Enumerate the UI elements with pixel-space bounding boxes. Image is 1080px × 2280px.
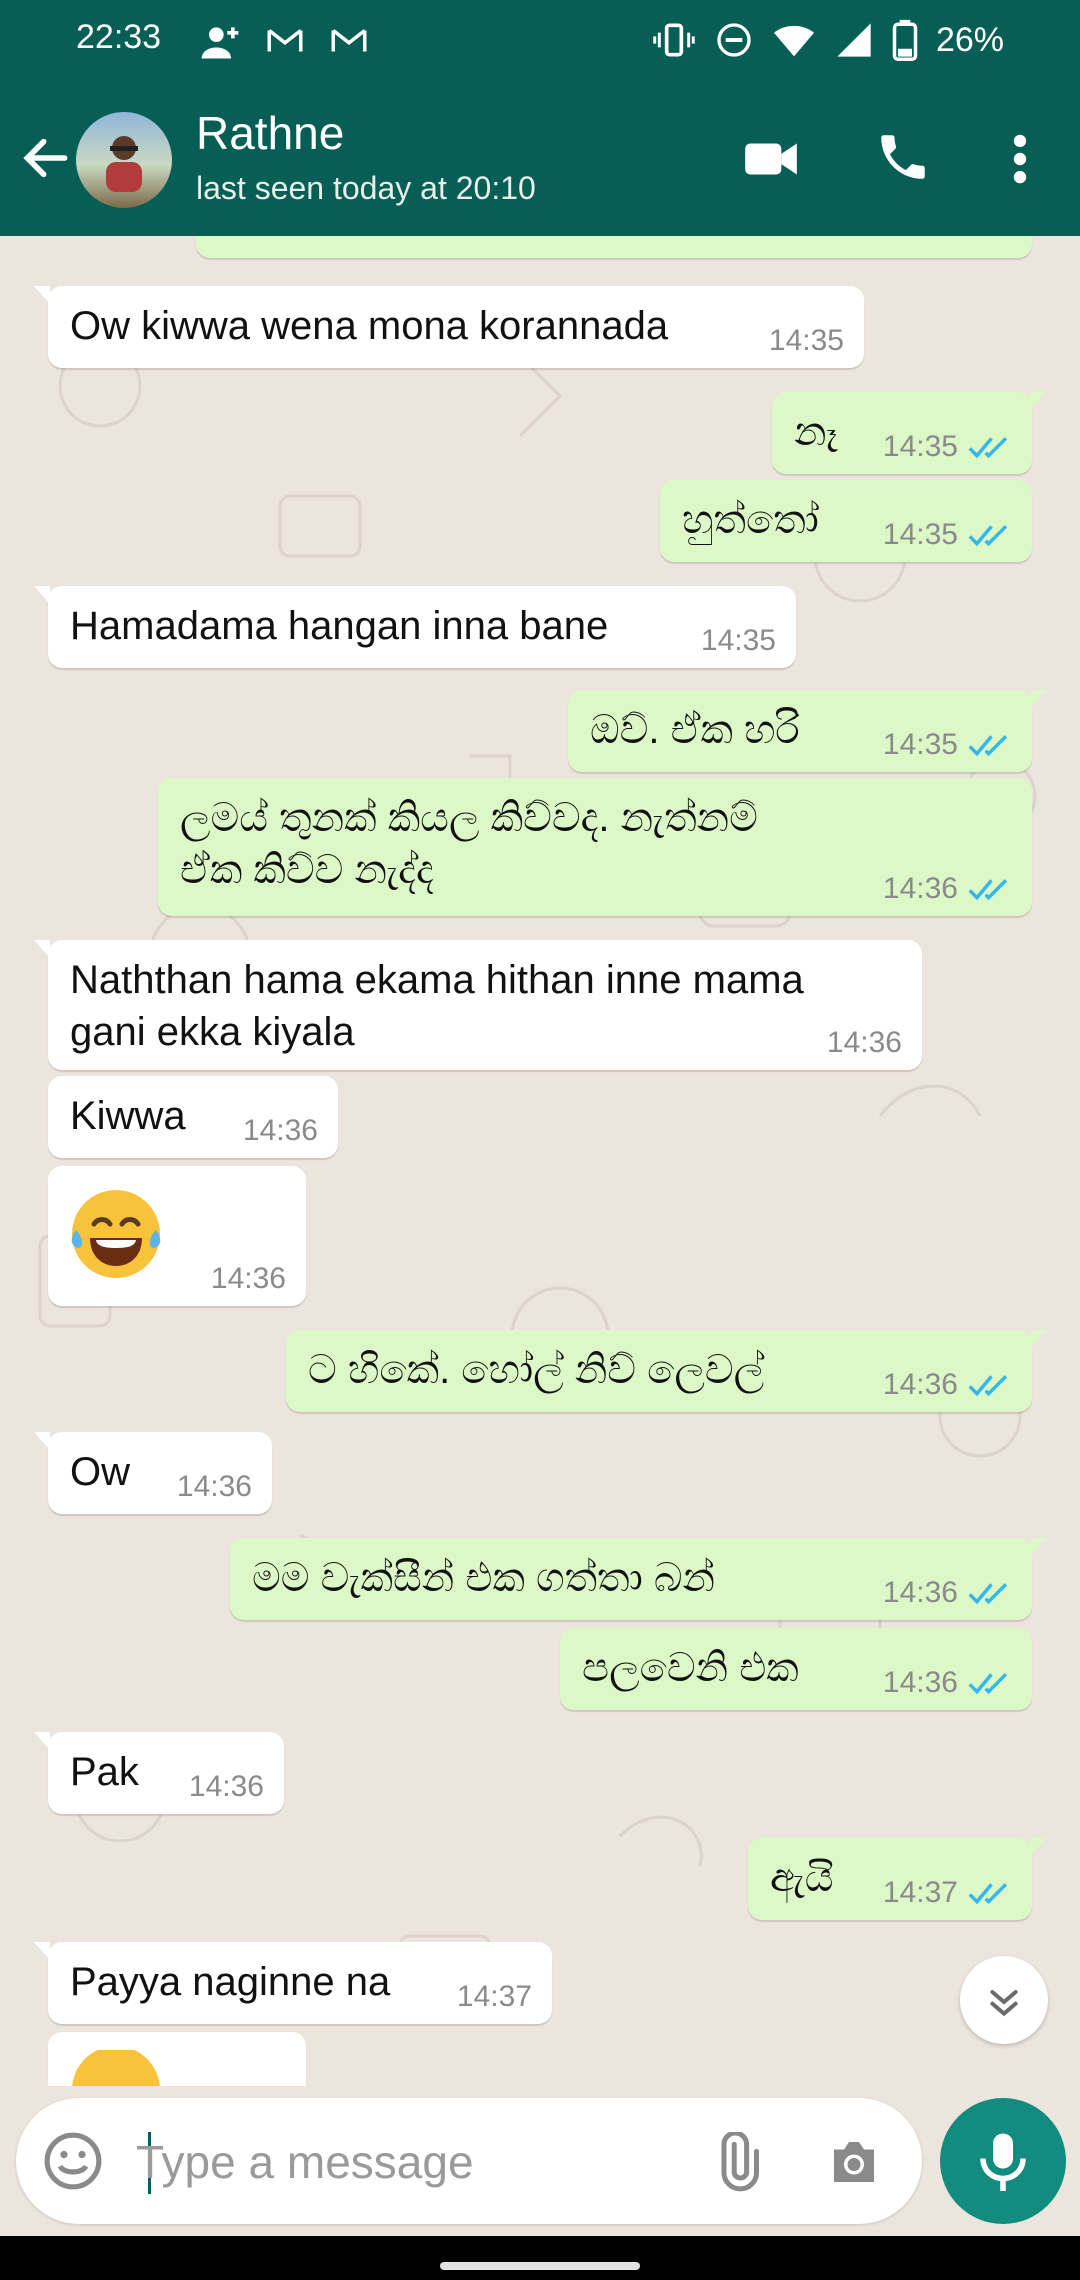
message-bubble-outgoing[interactable]: ඇයි 14:37	[748, 1838, 1046, 1920]
message-text: Ow kiwwa wena mona korannada	[70, 304, 669, 348]
double-check-icon	[968, 525, 1008, 547]
double-check-icon	[968, 735, 1008, 757]
message-time: 14:36	[826, 1026, 902, 1059]
double-check-icon	[968, 1375, 1008, 1397]
signal-icon	[837, 23, 871, 57]
message-bubble-incoming[interactable]: Naththan hama ekama hithan inne mama gan…	[34, 940, 922, 1070]
message-text: Kiwwa	[70, 1094, 186, 1138]
camera-icon[interactable]	[824, 2132, 884, 2192]
chat-header: Rathne last seen today at 20:10	[0, 84, 1080, 236]
message-input[interactable]	[134, 2126, 698, 2198]
message-text: ට හිකේ. හෝල් නිව් ලෙවල්	[308, 1348, 765, 1392]
message-time: 14:36	[882, 872, 958, 905]
message-text: Hamadama hangan inna bane	[70, 604, 609, 648]
double-check-icon	[968, 1583, 1008, 1605]
message-bubble-partial[interactable]	[48, 2032, 306, 2086]
voice-call-icon[interactable]	[874, 128, 932, 186]
gmail-icon	[267, 29, 303, 52]
video-call-icon[interactable]	[740, 128, 802, 190]
message-bubble-incoming[interactable]: Kiwwa 14:36	[48, 1076, 338, 1158]
emoji-icon[interactable]	[42, 2130, 104, 2192]
scroll-to-bottom-button[interactable]	[960, 1956, 1048, 2044]
message-time: 14:36	[210, 1262, 286, 1295]
message-bubble-incoming[interactable]: Payya naginne na 14:37	[34, 1942, 552, 2024]
message-bubble-outgoing[interactable]: නෑ 14:35	[772, 392, 1046, 474]
microphone-icon	[980, 2133, 1026, 2191]
home-gesture-handle[interactable]	[440, 2262, 640, 2270]
message-time: 14:36	[176, 1470, 252, 1503]
person-add-icon	[201, 27, 239, 59]
double-check-icon	[968, 437, 1008, 459]
tears-of-joy-emoji-icon	[72, 2050, 160, 2086]
contact-name[interactable]: Rathne	[196, 106, 344, 160]
message-time: 14:36	[882, 1576, 958, 1609]
gmail-icon	[331, 29, 367, 52]
attach-icon[interactable]	[706, 2132, 766, 2192]
double-check-icon	[968, 1883, 1008, 1905]
message-bubble-incoming[interactable]: 14:36	[48, 1166, 306, 1306]
message-text: හුත්තෝ	[682, 498, 819, 542]
message-time: 14:37	[456, 1980, 532, 2013]
message-text: Pak	[70, 1750, 139, 1794]
message-text: මම වැක්සීන් එක ගත්තා බන්	[252, 1556, 715, 1600]
last-seen: last seen today at 20:10	[196, 170, 536, 206]
dnd-icon	[717, 23, 751, 57]
message-time: 14:37	[882, 1876, 958, 1909]
message-text: පලවෙනි එක	[582, 1646, 799, 1690]
system-navigation-bar	[0, 2236, 1080, 2280]
message-text: නෑ	[794, 410, 838, 454]
message-bubble-outgoing[interactable]: මම වැක්සීන් එක ගත්තා බන් 14:36	[230, 1538, 1046, 1620]
more-options-icon[interactable]	[1002, 128, 1038, 190]
message-time: 14:36	[242, 1114, 318, 1147]
message-time: 14:36	[882, 1666, 958, 1699]
contact-avatar[interactable]	[76, 112, 172, 208]
message-text: Payya naginne na	[70, 1960, 391, 2004]
message-bubble-outgoing[interactable]: පලවෙනි එක 14:36	[560, 1628, 1032, 1710]
battery-icon	[892, 19, 918, 61]
message-time: 14:36	[188, 1770, 264, 1803]
double-check-icon	[968, 1673, 1008, 1695]
status-time: 22:33	[76, 18, 162, 56]
message-bubble-incoming[interactable]: Ow 14:36	[34, 1432, 272, 1514]
double-check-icon	[968, 879, 1008, 901]
message-list[interactable]: Ow kiwwa wena mona korannada 14:35 නෑ 14…	[0, 236, 1080, 2086]
message-bubble-outgoing[interactable]: ට හිකේ. හෝල් නිව් ලෙවල් 14:36	[286, 1330, 1046, 1412]
double-chevron-down-icon	[990, 1990, 1018, 2017]
vibrate-icon	[653, 23, 695, 57]
message-time: 14:35	[882, 518, 958, 551]
message-text: Naththan hama ekama hithan inne mama gan…	[70, 958, 804, 1054]
message-bubble-outgoing[interactable]: ලමය් තුනක් කියල කිව්වද. නැත්නම් ඒක කිව්ව…	[158, 778, 1032, 916]
battery-percent: 26%	[935, 20, 1004, 59]
message-text: Ow	[70, 1450, 130, 1494]
message-bubble-incoming[interactable]: Pak 14:36	[34, 1732, 284, 1814]
back-arrow-icon[interactable]	[18, 130, 74, 186]
message-bubble-incoming[interactable]: Ow kiwwa wena mona korannada 14:35	[34, 286, 864, 368]
message-bubble-outgoing[interactable]: ඔව්. ඒක හරි 14:35	[568, 690, 1046, 772]
message-time: 14:35	[768, 324, 844, 357]
tears-of-joy-emoji-icon	[71, 1190, 161, 1278]
message-time: 14:35	[882, 430, 958, 463]
message-bubble-outgoing[interactable]: හුත්තෝ 14:35	[660, 480, 1032, 562]
message-time: 14:35	[700, 624, 776, 657]
message-text: ලමය් තුනක් කියල කිව්වද. නැත්නම් ඒක කිව්ව…	[180, 796, 758, 892]
status-bar: 22:33 26%	[0, 0, 1080, 84]
message-time: 14:35	[882, 728, 958, 761]
message-bubble-incoming[interactable]: Hamadama hangan inna bane 14:35	[34, 586, 796, 668]
voice-message-button[interactable]	[940, 2098, 1066, 2224]
message-text: ඇයි	[770, 1856, 834, 1900]
message-time: 14:36	[882, 1368, 958, 1401]
message-composer	[16, 2098, 922, 2224]
message-bubble-partial[interactable]	[196, 236, 1032, 258]
wifi-icon	[773, 25, 814, 57]
message-text: ඔව්. ඒක හරි	[590, 708, 800, 752]
